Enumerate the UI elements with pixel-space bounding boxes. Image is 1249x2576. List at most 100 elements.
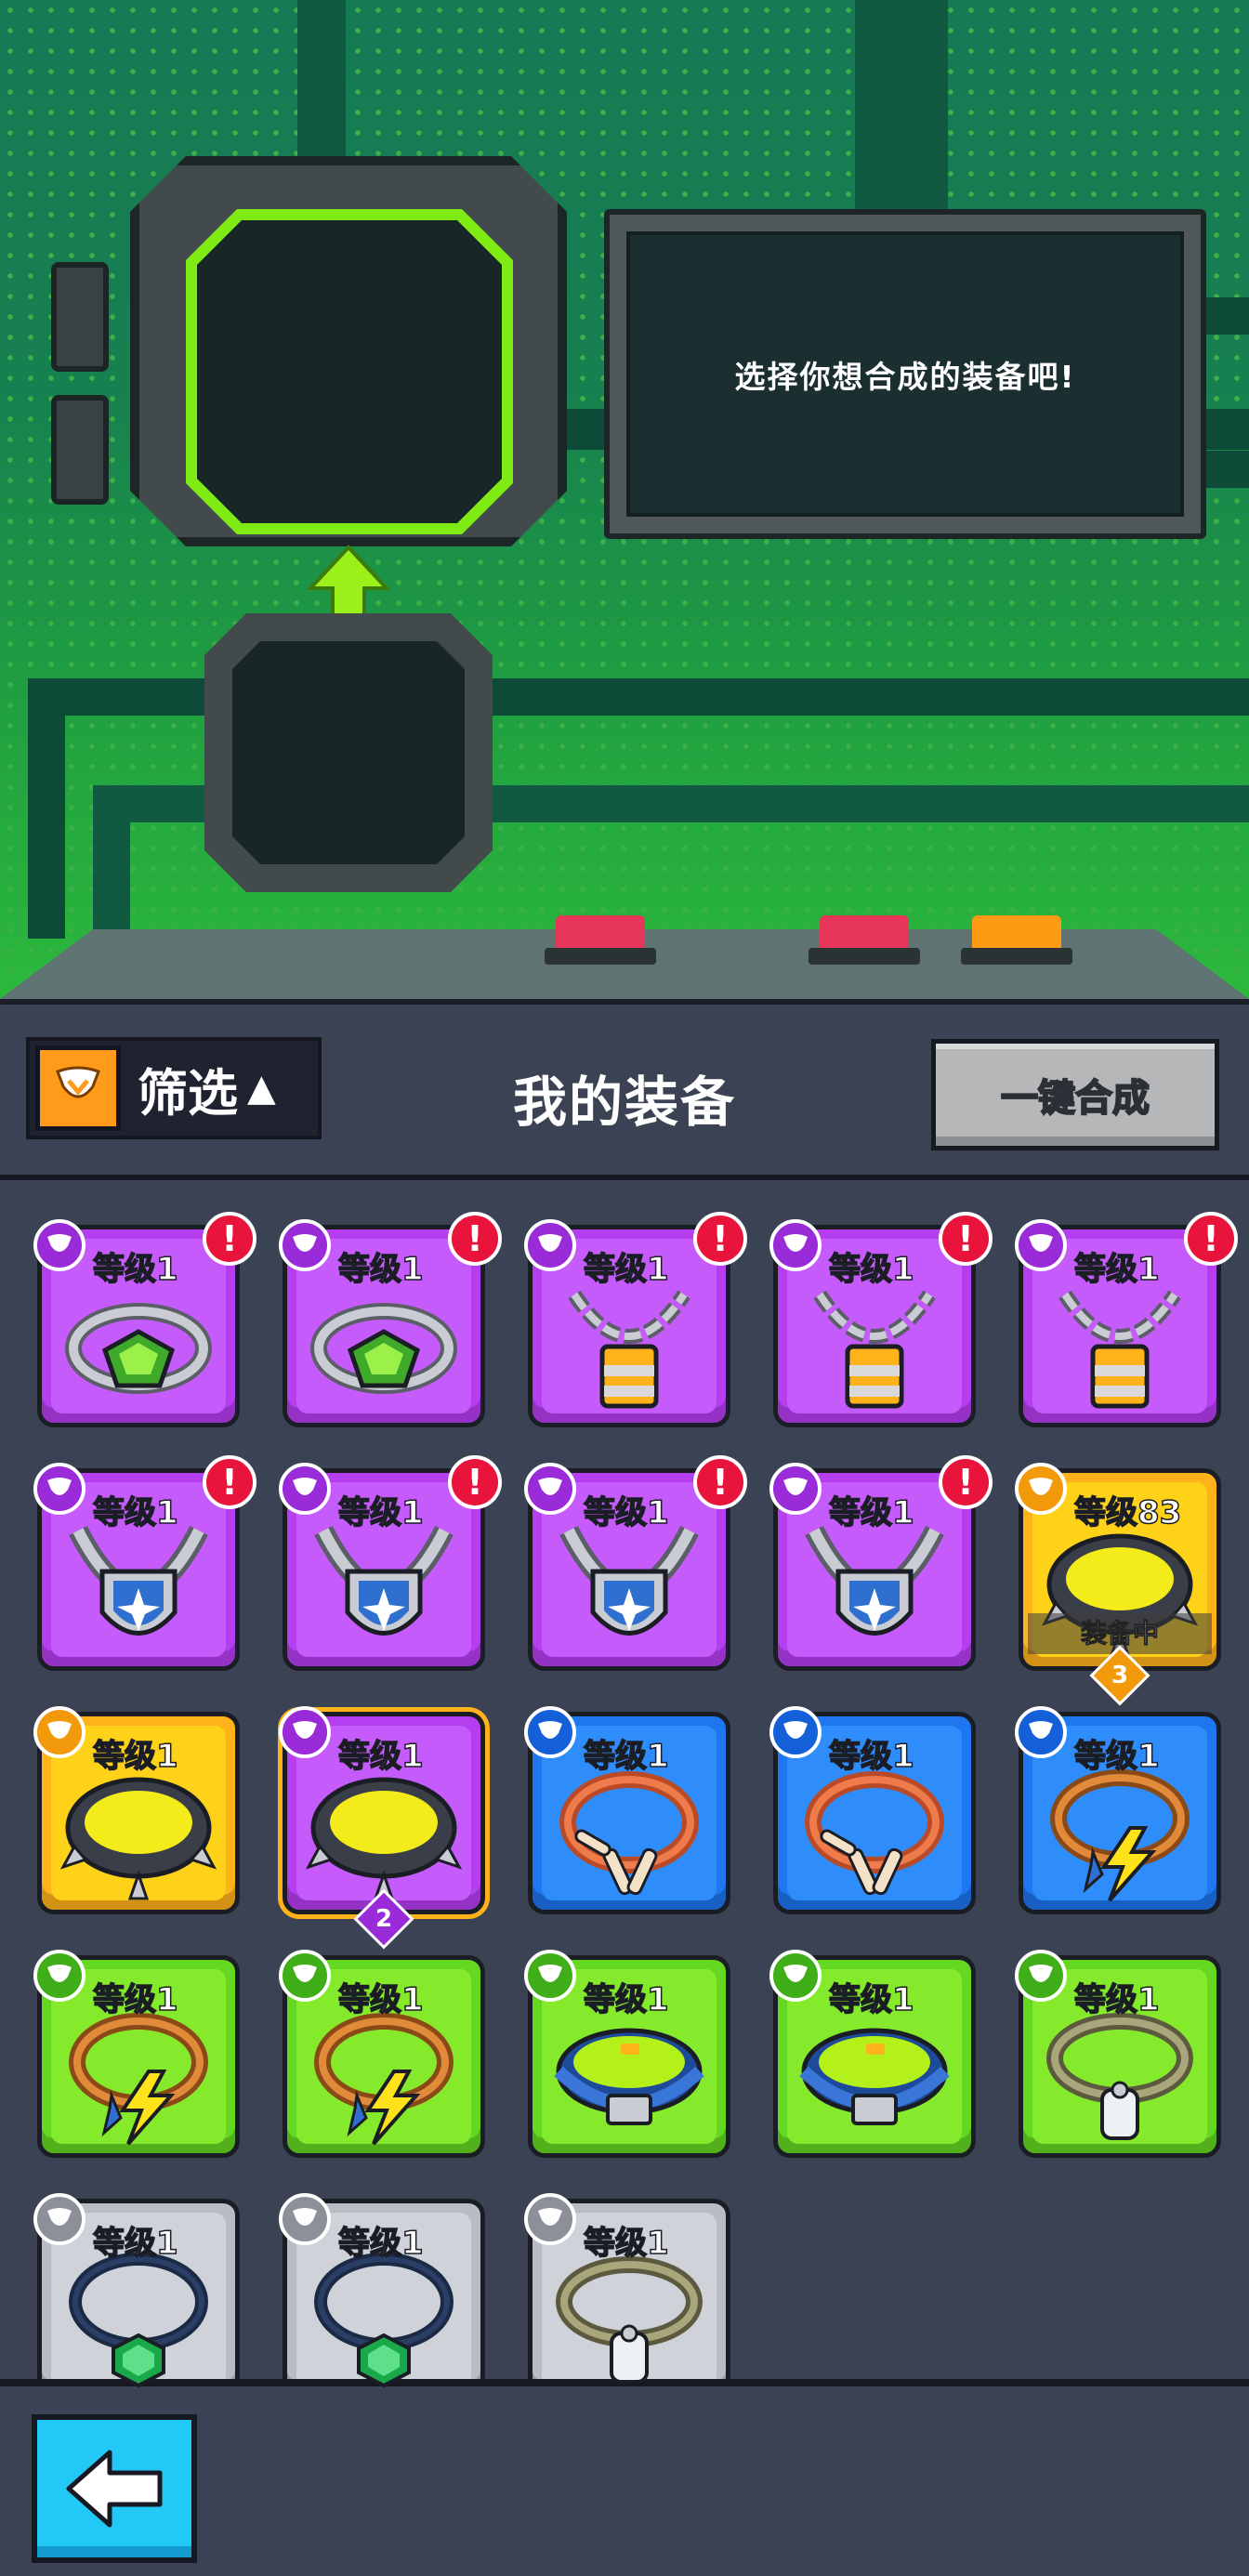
item-level: 等级1 [92,1493,178,1532]
equipment-item[interactable]: 等级1! [279,1212,502,1427]
blue-buckle-collar-icon [799,2028,950,2125]
console-red-button [556,915,645,953]
rarity-collar-icon [769,1706,822,1758]
rarity-collar-icon [33,1706,85,1758]
result-slot-screen [197,220,502,523]
equipment-item[interactable]: 等级1! [769,1212,993,1427]
message-panel: 选择你想合成的装备吧! [604,209,1206,539]
rarity-collar-icon [279,1950,331,2002]
background-pipe [1206,297,1249,335]
item-level: 等级1 [828,1737,914,1776]
shield-pendant-necklace-icon [314,1526,454,1636]
spiked-collar-icon [59,1777,217,1900]
equipment-item[interactable]: 等级1 [33,1706,240,1914]
stack-count: 2 [375,1905,393,1933]
rarity-collar-icon [769,1463,822,1515]
inventory-header: 筛选 ▲ 我的装备 一键合成 [0,999,1249,1180]
rarity-collar-icon [33,1950,85,2002]
console-button-base [545,948,656,965]
rarity-collar-icon [33,1463,85,1515]
rarity-collar-icon [279,1706,331,1758]
bone-collar-icon [805,1771,944,1896]
equipment-item[interactable]: 等级1 [524,1950,730,2158]
equipment-item[interactable]: 等级1 [33,2193,240,2401]
alert-badge: ! [203,1455,256,1509]
item-level: 等级1 [337,1250,424,1289]
item-level: 等级1 [583,1980,669,2019]
ingredient-slot-frame [204,613,493,892]
rarity-collar-icon [524,1219,576,1271]
equipment-item[interactable]: 等级1 [1015,1706,1221,1914]
alert-badge: ! [1184,1212,1238,1266]
rarity-collar-icon [33,2193,85,2245]
rarity-collar-icon [279,2193,331,2245]
equipment-item[interactable]: 等级1! [33,1455,256,1671]
rarity-collar-icon [1015,1219,1067,1271]
ingredient-slot[interactable] [232,641,465,864]
equipment-item[interactable]: 等级1 [524,1706,730,1914]
chain-padlock-necklace-icon [1058,1290,1181,1409]
side-knob [51,395,109,505]
item-level: 等级1 [1073,1737,1160,1776]
equipment-item[interactable]: 等级1 2 [279,1706,485,1950]
console-button-base [961,948,1072,965]
equipment-item[interactable]: 等级1! [769,1455,993,1671]
message-screen: 选择你想合成的装备吧! [626,231,1184,517]
alert-badge: ! [693,1455,747,1509]
equipment-item[interactable]: 等级1 [769,1706,976,1914]
rarity-collar-icon [524,1463,576,1515]
background-pipe [93,785,130,943]
item-level: 等级1 [337,2224,424,2263]
shield-pendant-necklace-icon [559,1526,699,1636]
rarity-collar-icon [524,1706,576,1758]
equipment-item[interactable]: 等级1 [524,2193,730,2401]
equipment-item[interactable]: 等级1! [279,1455,502,1671]
blue-buckle-collar-icon [554,2028,704,2125]
item-level: 等级1 [92,1980,178,2019]
alert-badge: ! [693,1212,747,1266]
item-level: 等级1 [828,1250,914,1289]
item-level: 等级1 [583,1250,669,1289]
item-level: 等级1 [828,1493,914,1532]
stack-count: 3 [1111,1662,1129,1689]
back-button[interactable] [32,2414,197,2563]
item-level: 等级1 [337,1980,424,2019]
emerald-necklace-icon [69,2253,208,2388]
equipment-item[interactable]: 等级1! [1015,1212,1238,1427]
side-knob [51,262,109,372]
equipment-item[interactable]: 等级1! [33,1212,256,1427]
equipment-item[interactable]: 等级1 [279,1950,485,2158]
up-arrow-icon [307,545,390,624]
rarity-collar-icon [279,1463,331,1515]
item-level: 等级1 [828,1980,914,2019]
console-button-base [809,948,920,965]
lightning-collar-icon [69,2013,208,2146]
item-level: 等级1 [583,1493,669,1532]
equipment-item[interactable]: 等级1 [769,1950,976,2158]
result-slot[interactable] [186,209,513,534]
equipment-item[interactable]: 等级1! [524,1212,747,1427]
equipment-item[interactable]: 等级83 装备中 3 [1015,1463,1221,1706]
bone-collar-icon [559,1771,699,1896]
alert-badge: ! [203,1212,256,1266]
equipment-item[interactable]: 等级1 [279,2193,485,2401]
item-level: 等级1 [583,2224,669,2263]
rarity-collar-icon [769,1219,822,1271]
item-level: 等级1 [337,1493,424,1532]
alert-badge: ! [448,1212,502,1266]
chain-padlock-necklace-icon [813,1290,936,1409]
merge-all-button[interactable]: 一键合成 [931,1039,1219,1150]
equipment-item[interactable]: 等级1 [1015,1950,1221,2158]
console-red-button [820,915,909,953]
back-arrow-icon [66,2450,163,2528]
dog-tag-collar-icon [1046,2013,1193,2140]
chain-padlock-necklace-icon [568,1290,690,1409]
ring-green-gem-icon [65,1303,212,1394]
alert-badge: ! [939,1212,993,1266]
background-pipe [1206,451,1249,488]
rarity-collar-icon [1015,1706,1067,1758]
equipment-item[interactable]: 等级1 [33,1950,240,2158]
equipment-item[interactable]: 等级1! [524,1455,747,1671]
footer-bar [0,2379,1249,2576]
background-pipe [297,0,346,163]
